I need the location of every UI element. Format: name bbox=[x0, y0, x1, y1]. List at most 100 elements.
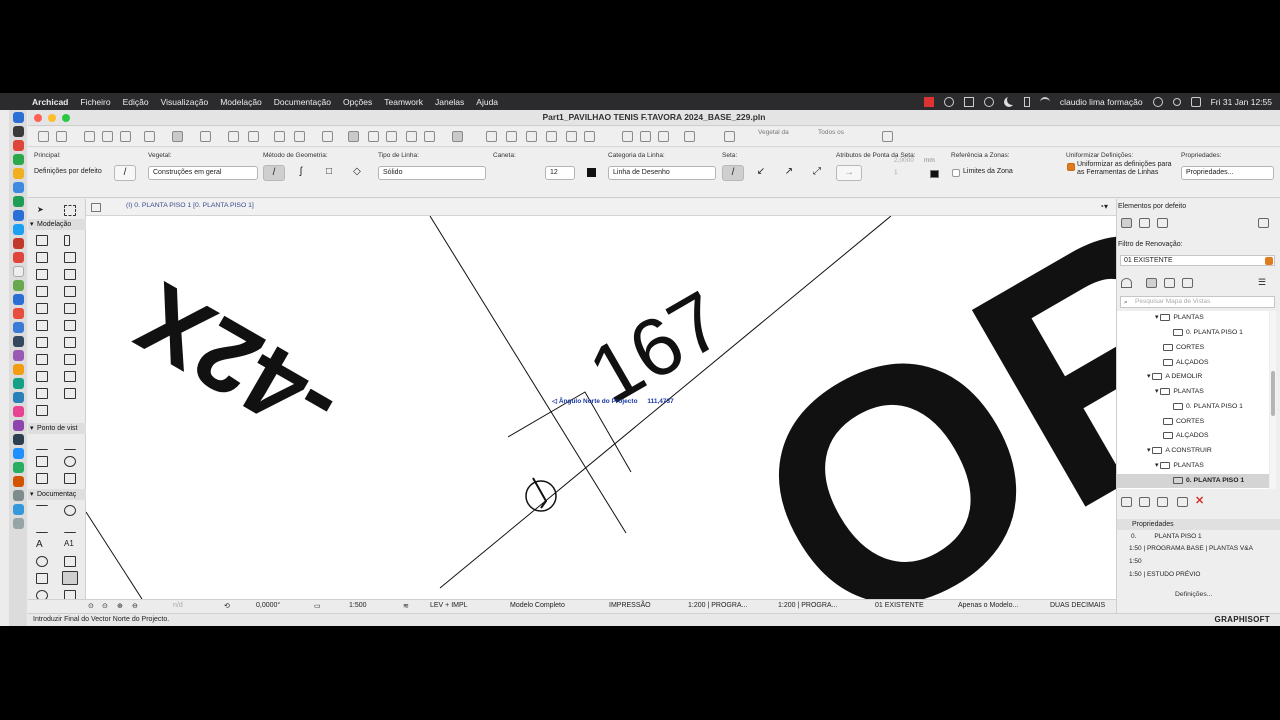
new-folder-icon[interactable] bbox=[1157, 497, 1168, 507]
app-blue5-icon[interactable] bbox=[12, 448, 24, 459]
documentacao-header[interactable]: Documentaç bbox=[28, 489, 86, 500]
ponto-vista-header[interactable]: Ponto de vist bbox=[28, 423, 86, 434]
elevation-tool-icon[interactable] bbox=[64, 439, 76, 450]
geometry-straight-button[interactable]: / bbox=[263, 165, 285, 181]
uniformizar-checkbox[interactable] bbox=[1067, 163, 1075, 171]
menu-opcoes[interactable]: Opções bbox=[337, 97, 378, 107]
opening-tool-icon[interactable] bbox=[36, 337, 48, 348]
organizer-icon[interactable] bbox=[1258, 218, 1269, 228]
tree-item[interactable]: ▾ A DEMOLIR bbox=[1117, 370, 1269, 384]
app-purple-icon[interactable] bbox=[12, 350, 24, 361]
teamwork-icon[interactable] bbox=[684, 131, 695, 142]
lamp-tool-icon[interactable] bbox=[36, 371, 48, 382]
trim-icon[interactable] bbox=[486, 131, 497, 142]
tree-item[interactable]: ▾ PLANTAS bbox=[1117, 385, 1269, 399]
tree-item[interactable]: ALÇADOS bbox=[1117, 429, 1269, 443]
slab-tool-icon[interactable] bbox=[64, 252, 76, 263]
geometry-polyline-button[interactable]: ʃ bbox=[290, 165, 312, 181]
pen-set[interactable]: IMPRESSÃO bbox=[609, 602, 651, 609]
grid-toggle-icon[interactable] bbox=[91, 203, 101, 212]
record-icon[interactable] bbox=[923, 96, 934, 107]
seta-count[interactable]: 1 bbox=[894, 169, 898, 176]
prop-row-phase[interactable]: 1:50 | ESTUDO PRÉVIO bbox=[1117, 569, 1280, 581]
renovation-filter[interactable]: 01 EXISTENTE bbox=[875, 602, 924, 609]
curtain-wall-tool-icon[interactable] bbox=[36, 303, 48, 314]
tree-item[interactable]: ▾ PLANTAS bbox=[1117, 311, 1269, 325]
view-options-icon[interactable]: ◔▾ bbox=[1099, 202, 1108, 211]
app-blue3-icon[interactable] bbox=[12, 322, 24, 333]
beam2-tool-icon[interactable] bbox=[36, 405, 48, 416]
marker-tool-icon[interactable] bbox=[36, 556, 48, 567]
menu-modelacao[interactable]: Modelação bbox=[214, 97, 268, 107]
shell-tool-icon[interactable] bbox=[64, 269, 76, 280]
sync-icon[interactable] bbox=[983, 96, 994, 107]
cursor-snap-icon[interactable] bbox=[274, 131, 285, 142]
pen-color-swatch[interactable] bbox=[587, 168, 596, 177]
label-tool-icon[interactable]: A1 bbox=[64, 539, 76, 550]
drawing-canvas[interactable]: -42X 167 OR ◁ Ângulo Norte do Projecto 1… bbox=[86, 216, 1116, 599]
podcasts-icon[interactable] bbox=[12, 420, 24, 431]
marquee-tool-icon[interactable] bbox=[64, 205, 76, 216]
skylight-tool-icon[interactable] bbox=[64, 320, 76, 331]
prop-name[interactable]: PLANTA PISO 1 bbox=[1154, 533, 1201, 540]
layer-icon[interactable] bbox=[294, 131, 305, 142]
window-tool-icon[interactable] bbox=[36, 320, 48, 331]
definicoes-button[interactable]: Definições... bbox=[1175, 591, 1212, 598]
mail-icon[interactable] bbox=[12, 210, 24, 221]
interior-elevation-tool-icon[interactable] bbox=[36, 456, 48, 467]
line-tool-icon[interactable] bbox=[62, 571, 78, 585]
render-icon[interactable] bbox=[452, 131, 463, 142]
calendar-icon[interactable] bbox=[12, 252, 24, 263]
section-tool-icon[interactable] bbox=[36, 439, 48, 450]
table-icon[interactable] bbox=[368, 131, 379, 142]
snap-points-icon[interactable] bbox=[248, 131, 259, 142]
measure-icon[interactable] bbox=[144, 131, 155, 142]
cross-icon[interactable] bbox=[386, 131, 397, 142]
app-orange2-icon[interactable] bbox=[12, 476, 24, 487]
gravity-icon[interactable] bbox=[200, 131, 211, 142]
camera-tool-icon[interactable] bbox=[64, 473, 76, 484]
delete-icon[interactable]: ✕ bbox=[1195, 496, 1206, 507]
detail-tool-icon[interactable] bbox=[36, 473, 48, 484]
app-blue6-icon[interactable] bbox=[12, 504, 24, 515]
model-only[interactable]: Apenas o Modelo... bbox=[958, 602, 1018, 609]
radial-dimension-tool-icon[interactable] bbox=[36, 522, 48, 533]
prop-id[interactable]: 0. bbox=[1131, 533, 1136, 540]
finder-icon[interactable] bbox=[12, 112, 24, 123]
grid-snap-icon[interactable] bbox=[228, 131, 239, 142]
trace-icon[interactable] bbox=[348, 131, 359, 142]
prop-row-scale[interactable]: 1:50 bbox=[1117, 556, 1280, 568]
principal-value[interactable]: Definições por defeito bbox=[34, 168, 102, 175]
intersect-icon[interactable] bbox=[506, 131, 517, 142]
layout-icon[interactable] bbox=[640, 131, 651, 142]
categoria-select[interactable]: Linha de Desenho bbox=[608, 166, 716, 180]
roof-tool-icon[interactable] bbox=[36, 269, 48, 280]
tree-item[interactable]: 0. PLANTA PISO 1 bbox=[1117, 326, 1269, 340]
caneta-field[interactable]: 12 bbox=[545, 166, 575, 180]
settings-view-icon[interactable] bbox=[1177, 497, 1188, 507]
music-icon[interactable] bbox=[12, 406, 24, 417]
publisher-tab-icon[interactable] bbox=[1182, 278, 1193, 288]
lock-icon[interactable] bbox=[322, 131, 333, 142]
launchpad-icon[interactable] bbox=[12, 126, 24, 137]
transform-icon[interactable] bbox=[406, 131, 417, 142]
prop-row-override[interactable]: 1:50 | PROGRAMA BASE | PLANTAS V&A bbox=[1117, 543, 1280, 555]
adjust-icon[interactable] bbox=[526, 131, 537, 142]
arrow-start-button[interactable]: ↙ bbox=[750, 165, 772, 181]
arrow-end-button[interactable]: ↗ bbox=[778, 165, 800, 181]
settings-icon[interactable] bbox=[12, 490, 24, 501]
zoom-in-icon[interactable]: ⊕ bbox=[117, 602, 123, 610]
fillet-icon[interactable] bbox=[546, 131, 557, 142]
level-dimension-tool-icon[interactable] bbox=[64, 505, 76, 516]
geometry-rotated-button[interactable]: ◇ bbox=[346, 165, 368, 181]
arrow-tool-icon[interactable]: ➤ bbox=[37, 205, 49, 216]
grid-tool-icon[interactable] bbox=[64, 388, 76, 399]
control-center-icon[interactable] bbox=[1190, 96, 1201, 107]
extra-icon[interactable] bbox=[882, 131, 893, 142]
angle-value[interactable]: 0,0000° bbox=[256, 602, 280, 609]
app-red3-icon[interactable] bbox=[12, 308, 24, 319]
arrow-type-select[interactable]: → bbox=[836, 165, 862, 181]
menu-janelas[interactable]: Janelas bbox=[429, 97, 470, 107]
view-map-tab-icon[interactable] bbox=[1146, 278, 1157, 288]
scroll-thumb[interactable] bbox=[1271, 371, 1275, 416]
